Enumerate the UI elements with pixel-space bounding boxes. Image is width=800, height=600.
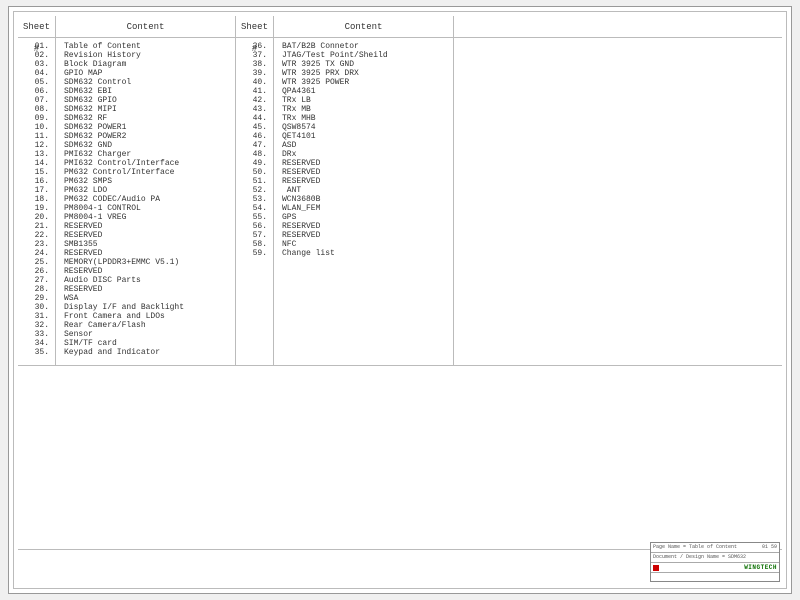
title-block: Page Name = Table of Content 01 59 Docum…	[650, 542, 780, 582]
header-sheet: Sheet #	[18, 16, 55, 38]
col1-titles: Table of Content Revision History Block …	[56, 38, 235, 365]
tb-doc-name: Document / Design Name = SDM632	[653, 554, 746, 561]
header-blank	[454, 16, 782, 38]
col1-content: Content Table of Content Revision Histor…	[56, 16, 236, 365]
col1-numbers: 01. 02. 03. 04. 05. 06. 07. 08. 09. 10. …	[18, 38, 55, 365]
col2-titles: BAT/B2B Connetor JTAG/Test Point/Sheild …	[274, 38, 453, 365]
tb-row-logo: WINGTECH	[651, 563, 779, 573]
tb-row-2: Document / Design Name = SDM632	[651, 553, 779, 563]
tb-row-1: Page Name = Table of Content 01 59	[651, 543, 779, 553]
col1-sheet-number: Sheet # 01. 02. 03. 04. 05. 06. 07. 08. …	[18, 16, 56, 365]
blank-body	[454, 38, 782, 365]
col2-numbers: 36. 37. 38. 39. 40. 41. 42. 43. 44. 45. …	[236, 38, 273, 365]
lower-blank-area	[18, 370, 782, 550]
tb-page-name: Page Name = Table of Content	[653, 544, 737, 551]
logo-square-icon	[653, 565, 659, 571]
header-sheet-2: Sheet #	[236, 16, 273, 38]
col2-content: Content BAT/B2B Connetor JTAG/Test Point…	[274, 16, 454, 365]
tb-page-count: 01 59	[762, 544, 777, 551]
tb-row-4	[651, 573, 779, 575]
page-frame: Sheet # 01. 02. 03. 04. 05. 06. 07. 08. …	[8, 6, 792, 594]
inner-frame: Sheet # 01. 02. 03. 04. 05. 06. 07. 08. …	[13, 11, 787, 589]
header-content: Content	[56, 16, 235, 38]
table-of-contents: Sheet # 01. 02. 03. 04. 05. 06. 07. 08. …	[18, 16, 782, 366]
header-content-2: Content	[274, 16, 453, 38]
col-blank	[454, 16, 782, 365]
brand-text: WINGTECH	[744, 564, 777, 571]
col2-sheet-number: Sheet # 36. 37. 38. 39. 40. 41. 42. 43. …	[236, 16, 274, 365]
